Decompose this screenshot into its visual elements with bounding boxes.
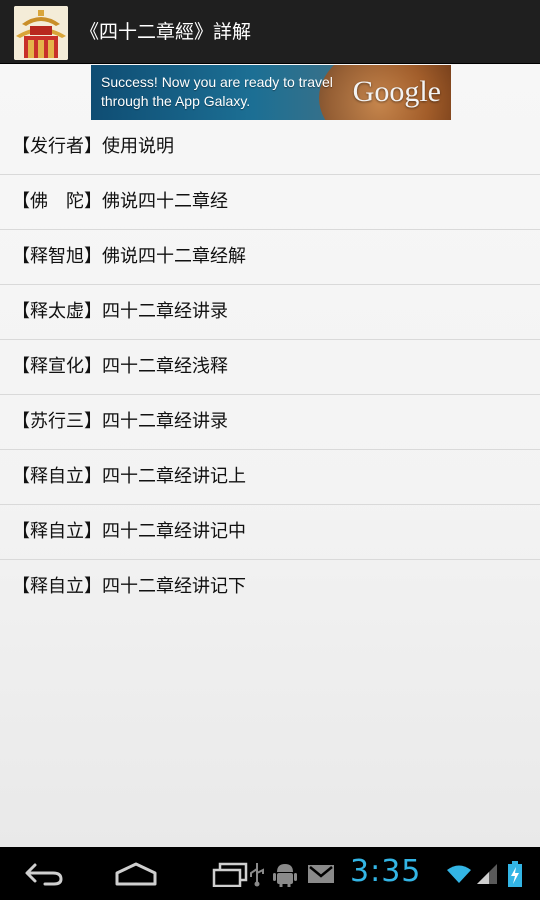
- list-item-label: 【释自立】四十二章经讲记下: [12, 576, 246, 597]
- list-item-label: 【佛 陀】佛说四十二章经: [12, 191, 228, 212]
- list-item-label: 【发行者】使用说明: [12, 136, 174, 157]
- list-item[interactable]: 【释自立】四十二章经讲记下: [0, 560, 540, 614]
- content-area: Success! Now you are ready to travel thr…: [0, 64, 540, 847]
- list-item-label: 【释智旭】佛说四十二章经解: [12, 246, 246, 267]
- status-clock: 3:35: [350, 854, 422, 889]
- list-item[interactable]: 【苏行三】四十二章经讲录: [0, 395, 540, 450]
- list-item[interactable]: 【释太虚】四十二章经讲录: [0, 285, 540, 340]
- title-bar: 《四十二章經》詳解: [0, 0, 540, 64]
- list-item[interactable]: 【佛 陀】佛说四十二章经: [0, 175, 540, 230]
- list-item[interactable]: 【释智旭】佛说四十二章经解: [0, 230, 540, 285]
- home-icon[interactable]: [106, 855, 166, 893]
- list-item[interactable]: 【释宣化】四十二章经浅释: [0, 340, 540, 395]
- wifi-icon: [444, 859, 474, 889]
- android-debug-icon: [270, 859, 300, 889]
- battery-charging-icon: [500, 859, 530, 889]
- list-item-label: 【释自立】四十二章经讲记中: [12, 521, 246, 542]
- ad-text: Success! Now you are ready to travel thr…: [101, 74, 333, 109]
- list-item-label: 【释自立】四十二章经讲记上: [12, 466, 246, 487]
- list-item[interactable]: 【发行者】使用说明: [0, 120, 540, 175]
- ad-banner[interactable]: Success! Now you are ready to travel thr…: [91, 65, 451, 120]
- list-item[interactable]: 【释自立】四十二章经讲记上: [0, 450, 540, 505]
- app-title: 《四十二章經》詳解: [80, 21, 252, 43]
- back-icon[interactable]: [14, 855, 74, 893]
- list-item-label: 【释太虚】四十二章经讲录: [12, 301, 228, 322]
- gmail-icon: [306, 859, 336, 889]
- temple-roof-icon[interactable]: [14, 6, 68, 60]
- system-navigation-bar: 3:35: [0, 847, 540, 900]
- signal-icon: [472, 859, 502, 889]
- usb-icon: [242, 859, 272, 889]
- chapter-list: 【发行者】使用说明 【佛 陀】佛说四十二章经 【释智旭】佛说四十二章经解 【释太…: [0, 120, 540, 614]
- list-item[interactable]: 【释自立】四十二章经讲记中: [0, 505, 540, 560]
- list-item-label: 【释宣化】四十二章经浅释: [12, 356, 228, 377]
- google-logo: Google: [352, 75, 441, 108]
- list-item-label: 【苏行三】四十二章经讲录: [12, 411, 228, 432]
